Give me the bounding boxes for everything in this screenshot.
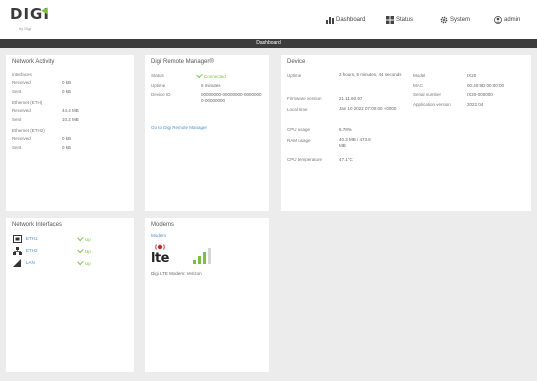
remote-manager-title: Digi Remote Manager®: [151, 59, 214, 65]
activity-label: Sent: [12, 89, 22, 94]
activity-label: Sent: [12, 117, 22, 122]
device-localtime-value: Jan 10 2022 07:00:00 +0000: [339, 106, 397, 111]
cellular-icon: [13, 259, 21, 267]
device-serial-label: Serial number: [413, 92, 442, 97]
page-title-bar: Dashboard: [0, 39, 537, 48]
check-icon: [77, 246, 84, 254]
interface-status: Up: [77, 258, 91, 266]
device-card: Device Uptime 2 hours, 5 minutes, 44 sec…: [281, 55, 531, 211]
activity-value: 0 kB: [62, 145, 72, 150]
interface-status: Up: [77, 234, 91, 242]
device-model-value: IX20: [467, 73, 477, 78]
user-icon: [494, 16, 502, 24]
page-title: Dashboard: [256, 40, 281, 46]
device-model-label: Model: [413, 73, 426, 78]
nav-system-label: System: [450, 17, 471, 23]
app-header: DIGI by Digi Dashboard Status System adm…: [0, 0, 537, 39]
rm-uptime-value: 5 minutes: [201, 83, 221, 88]
interface-status-text: Up: [85, 237, 91, 242]
interface-link[interactable]: LAN: [26, 260, 35, 265]
network-interfaces-title: Network Interfaces: [12, 222, 63, 228]
activity-label: Received: [12, 80, 31, 85]
device-title: Device: [287, 59, 306, 65]
device-uptime-label: Uptime: [287, 73, 302, 78]
interface-link[interactable]: ETH1: [26, 236, 38, 241]
status-grid-icon: [386, 16, 394, 24]
rm-status-value: Connected: [196, 71, 226, 79]
nav-dashboard[interactable]: Dashboard: [326, 16, 365, 24]
brand-subtitle: by Digi: [19, 26, 32, 31]
rm-status-label: Status: [151, 73, 164, 78]
network-icon: [13, 247, 22, 255]
nav-status-label: Status: [396, 17, 414, 23]
rm-go-to-link[interactable]: Go to Digi Remote Manager: [151, 125, 207, 130]
device-uptime-value: 2 hours, 5 minutes, 44 seconds: [339, 72, 402, 77]
nav-dashboard-label: Dashboard: [336, 17, 366, 23]
lte-label: LTE: [151, 251, 170, 266]
device-serial-value: IX20-000000: [467, 92, 493, 97]
modem-link[interactable]: Modem: [151, 233, 166, 238]
device-firmware-label: Firmware version: [287, 96, 322, 101]
interface-link[interactable]: ETH2: [26, 248, 38, 253]
activity-value: 0 kB: [62, 80, 72, 85]
rm-device-id-label: Device ID: [151, 92, 171, 97]
activity-label: Received: [12, 108, 31, 113]
device-appversion-label: Application version: [413, 102, 451, 107]
activity-label: Ethernet (ETH): [12, 100, 43, 105]
modems-title: Modems: [151, 222, 175, 228]
network-activity-card: Network Activity Interfaces Received 0 k…: [6, 55, 134, 211]
activity-label: Interfaces: [12, 72, 32, 77]
device-cpu-label: CPU usage: [287, 127, 311, 132]
device-appversion-value: 2022.04: [467, 102, 484, 107]
rm-uptime-label: Uptime: [151, 83, 166, 88]
check-icon: [196, 71, 203, 79]
device-temp-value: 47.1°C: [339, 157, 353, 162]
device-cpu-value: 6.78%: [339, 127, 352, 132]
signal-strength-icon: [193, 248, 211, 264]
network-activity-title: Network Activity: [12, 59, 55, 65]
remote-manager-card: Digi Remote Manager® Status Connected Up…: [145, 55, 269, 211]
dashboard-icon: [326, 17, 334, 24]
nav-user[interactable]: admin: [494, 16, 520, 24]
device-ram-value: 40.3 MB / 473.6 MB: [339, 137, 371, 148]
activity-value: 0 kB: [62, 89, 72, 94]
activity-label: Sent: [12, 145, 22, 150]
device-ram-label: RAM usage: [287, 138, 311, 143]
nav-system[interactable]: System: [440, 16, 470, 24]
check-icon: [77, 258, 84, 266]
activity-value: 10.2 MB: [62, 117, 79, 122]
device-mac-value: 00:40:9D:00:00:00: [467, 83, 505, 88]
activity-value: 44.4 MB: [62, 108, 79, 113]
check-icon: [77, 234, 84, 242]
interface-status: Up: [77, 246, 91, 254]
device-localtime-label: Local time: [287, 107, 308, 112]
rm-status-text: Connected: [204, 74, 226, 79]
network-interfaces-card: Network Interfaces ETH1 Up ETH2 Up LAN U…: [6, 218, 134, 372]
interface-status-text: Up: [85, 261, 91, 266]
device-mac-label: MAC: [413, 83, 423, 88]
activity-value: 0 kB: [62, 136, 72, 141]
nav-status[interactable]: Status: [386, 16, 413, 24]
nav-user-label: admin: [504, 17, 521, 23]
modem-caption: Digi LTE Modem: Verizon: [151, 271, 202, 276]
gear-icon: [440, 16, 448, 24]
modems-card: Modems Modem LTE Digi LTE Modem: Verizon: [145, 218, 269, 372]
interface-status-text: Up: [85, 249, 91, 254]
rm-device-id-value: 00000000-00000000-00000000-00000000: [201, 92, 262, 103]
activity-label: Received: [12, 136, 31, 141]
device-temp-label: CPU temperature: [287, 157, 323, 162]
activity-label: Ethernet (ETH2): [12, 128, 45, 133]
ethernet-icon: [13, 235, 22, 243]
device-firmware-value: 21.11.60.97: [339, 96, 363, 101]
